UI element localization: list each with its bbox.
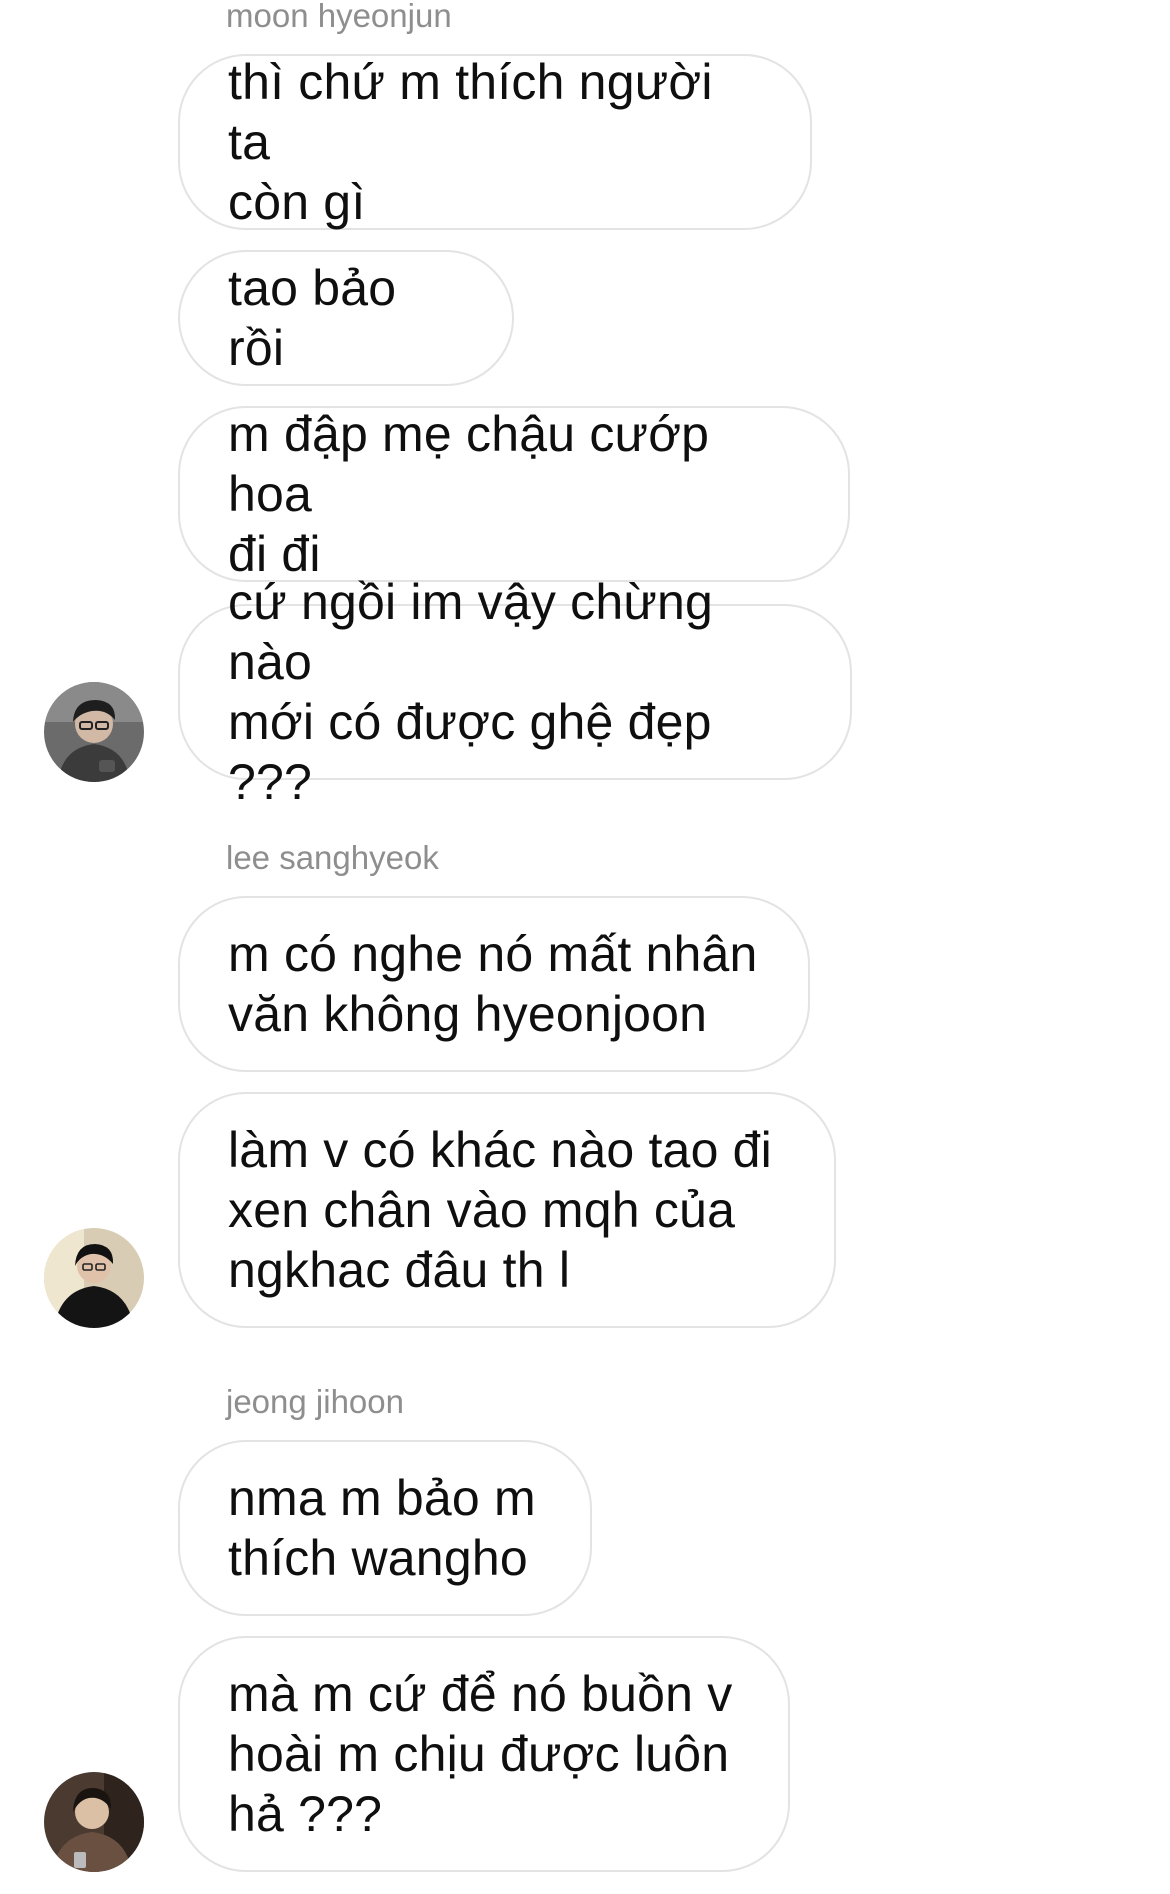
message-text: cứ ngồi im vậy chừng nào mới có được ghệ… <box>228 574 714 810</box>
message-bubble[interactable]: cứ ngồi im vậy chừng nào mới có được ghệ… <box>178 574 852 810</box>
message-bubble[interactable]: mà m cứ để nó buồn v hoài m chịu được lu… <box>178 1636 790 1872</box>
message-bubble[interactable]: nma m bảo m thích wangho <box>178 1440 592 1616</box>
message-text: nma m bảo m thích wangho <box>228 1470 536 1586</box>
sender-name: jeong jihoon <box>226 1383 404 1420</box>
message-text: tao bảo rồi <box>228 260 397 376</box>
profile-photo-icon[interactable] <box>44 682 144 782</box>
message-text: thì chứ m thích người ta còn gì <box>228 54 713 230</box>
message-bubble[interactable]: m có nghe nó mất nhân văn không hyeonjoo… <box>178 896 810 1072</box>
message-text: m đập mẹ chậu cướp hoa đi đi <box>228 406 710 582</box>
profile-photo-icon[interactable] <box>44 1772 144 1872</box>
message-text: mà m cứ để nó buồn v hoài m chịu được lu… <box>228 1666 733 1842</box>
message-bubble[interactable]: m đập mẹ chậu cướp hoa đi đi <box>178 406 850 582</box>
message-bubble[interactable]: tao bảo rồi <box>178 250 514 386</box>
sender-name: moon hyeonjun <box>226 0 452 34</box>
sender-name: lee sanghyeok <box>226 839 439 876</box>
message-bubble[interactable]: làm v có khác nào tao đi xen chân vào mq… <box>178 1092 836 1328</box>
message-text: làm v có khác nào tao đi xen chân vào mq… <box>228 1122 772 1298</box>
message-bubble[interactable]: thì chứ m thích người ta còn gì <box>178 54 812 230</box>
profile-photo-icon[interactable] <box>44 1228 144 1328</box>
message-text: m có nghe nó mất nhân văn không hyeonjoo… <box>228 926 758 1042</box>
